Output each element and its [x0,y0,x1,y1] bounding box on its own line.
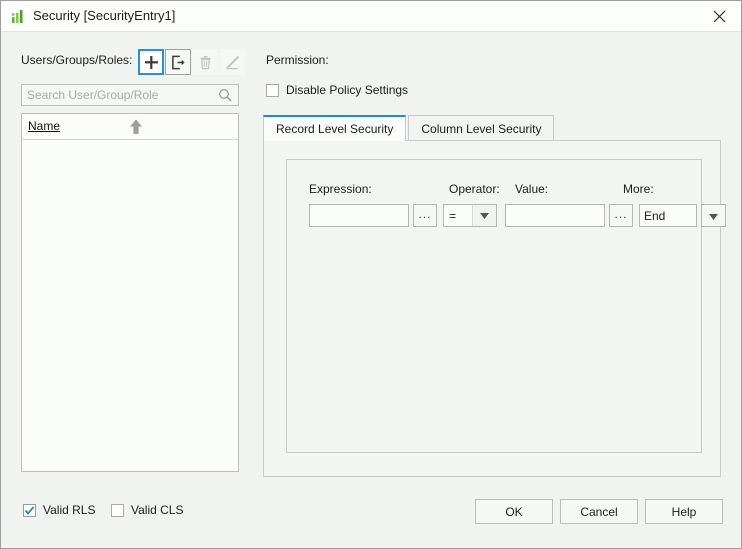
expression-group-panel: Expression: Operator: Value: More: ... =… [286,159,726,453]
security-tabs: Record Level Security Column Level Secur… [263,115,555,141]
chevron-down-icon [709,209,718,223]
security-dialog: Security [SecurityEntry1] Users/Groups/R… [0,0,742,549]
valid-rls-label: Valid RLS [43,503,96,517]
value-input[interactable] [505,204,605,227]
ok-button[interactable]: OK [475,499,553,524]
search-icon [218,88,232,102]
disable-policy-settings-checkbox[interactable]: Disable Policy Settings [266,83,408,97]
expression-label: Expression: [309,182,372,196]
cancel-button[interactable]: Cancel [560,499,638,524]
checkbox-box[interactable] [23,503,36,517]
expression-input[interactable] [309,204,409,227]
valid-rls-checkbox[interactable]: Valid RLS [23,503,95,517]
import-user-button[interactable] [165,49,191,75]
tab-content-panel: Expression: Operator: Value: More: ... =… [263,140,726,477]
delete-user-button [192,49,218,75]
operator-label: Operator: [449,182,500,196]
tab-record-level-security[interactable]: Record Level Security [263,115,407,141]
more-label: More: [623,182,654,196]
export-arrow-icon [171,55,185,69]
users-groups-roles-label: Users/Groups/Roles: [21,53,133,67]
column-header-name[interactable]: Name [28,119,60,133]
checkbox-box[interactable] [266,83,279,97]
users-list-panel: Name [21,113,239,472]
permission-label: Permission: [266,53,329,67]
value-browse-button[interactable]: ... [609,204,633,227]
plus-icon [144,55,158,69]
operator-value: = [449,208,457,223]
titlebar: Security [SecurityEntry1] [1,1,741,32]
tab-column-level-security[interactable]: Column Level Security [408,115,555,141]
close-icon[interactable] [697,1,741,31]
more-dropdown-button[interactable] [701,204,726,227]
value-label: Value: [515,182,549,196]
users-list-body[interactable] [22,141,238,471]
edit-user-button [219,49,245,75]
chevron-down-icon[interactable] [472,205,496,226]
trash-icon [199,55,211,69]
tab-label: Record Level Security [276,122,394,136]
help-button[interactable]: Help [645,499,723,524]
bar-chart-icon [11,9,27,24]
add-user-button[interactable] [138,49,164,75]
disable-policy-settings-label: Disable Policy Settings [286,83,409,97]
pencil-icon [226,55,239,69]
window-title: Security [SecurityEntry1] [33,8,176,23]
valid-cls-label: Valid CLS [131,503,184,517]
checkbox-box[interactable] [111,503,124,517]
search-box[interactable] [21,84,239,106]
expression-browse-button[interactable]: ... [413,204,437,227]
list-column-header[interactable]: Name [22,114,238,140]
valid-cls-checkbox[interactable]: Valid CLS [111,503,183,517]
search-input[interactable] [22,85,212,105]
arrow-up-icon[interactable] [128,118,144,135]
more-input[interactable] [639,204,697,227]
tab-label: Column Level Security [421,121,542,136]
operator-combo[interactable]: = [443,204,497,227]
